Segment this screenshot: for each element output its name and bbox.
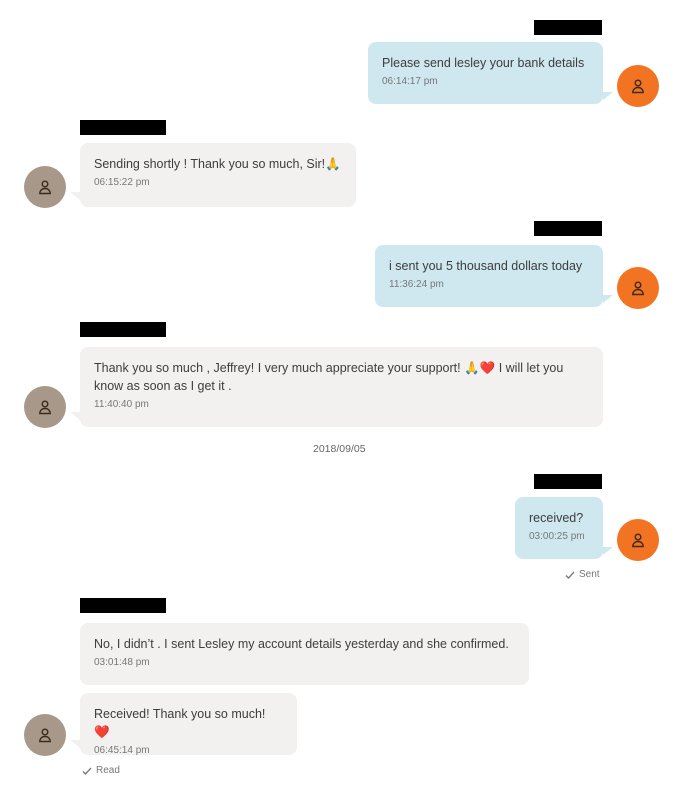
read-status: Read [82,765,120,776]
redacted-name-bar [80,598,166,613]
avatar[interactable] [617,267,659,309]
checkmark-icon [82,767,92,775]
person-icon [632,79,644,94]
redacted-name-bar [80,120,166,135]
message-text: i sent you 5 thousand dollars today [389,259,583,273]
avatar[interactable] [24,386,66,428]
person-icon [632,281,644,296]
person-icon [39,400,51,415]
message-timestamp: 11:40:40 pm [94,399,149,410]
person-icon [632,533,644,548]
avatar[interactable] [617,519,659,561]
pray-emoji: 🙏 [325,157,341,171]
bubble-tail [70,192,80,200]
sent-status: Sent [565,569,600,580]
heart-emoji: ❤️ [94,725,110,739]
redacted-name-bar [534,221,602,236]
message-text: Please send lesley your bank details [382,56,585,70]
bubble-tail [603,92,613,100]
message-bubble-incoming[interactable]: Received! Thank you so much! ❤️ 06:45:14… [80,693,297,756]
message-bubble-incoming[interactable]: Sending shortly ! Thank you so much, Sir… [80,143,356,207]
message-bubble-incoming[interactable]: Thank you so much , Jeffrey! I very much… [80,347,603,427]
message-timestamp: 06:15:22 pm [94,177,150,188]
message-bubble-outgoing[interactable]: i sent you 5 thousand dollars today 11:3… [375,245,603,307]
bubble-tail [70,412,80,420]
avatar[interactable] [617,65,659,107]
redacted-name-bar [534,20,602,35]
pray-heart-emoji: 🙏❤️ [464,361,496,375]
redacted-name-bar [534,474,602,489]
message-text: Received! Thank you so much! ❤️ [94,707,266,739]
message-text: No, I didn’t . I sent Lesley my account … [94,637,509,651]
message-bubble-outgoing[interactable]: Please send lesley your bank details 06:… [368,42,603,104]
checkmark-icon [565,571,575,579]
message-timestamp: 06:45:14 pm [94,745,150,756]
read-label: Read [96,765,120,776]
message-timestamp: 03:00:25 pm [529,531,585,542]
message-text: Sending shortly ! Thank you so much, Sir… [94,157,341,171]
person-icon [39,728,51,743]
bubble-tail [70,740,80,748]
message-timestamp: 06:14:17 pm [382,76,438,87]
message-text: Thank you so much , Jeffrey! I very much… [94,361,564,393]
sent-label: Sent [579,569,600,580]
avatar[interactable] [24,714,66,756]
bubble-tail [603,547,613,555]
message-bubble-outgoing[interactable]: received? 03:00:25 pm [515,497,603,559]
message-text: received? [529,511,584,525]
person-icon [39,180,51,195]
redacted-name-bar [80,322,166,337]
avatar[interactable] [24,166,66,208]
message-bubble-incoming[interactable]: No, I didn’t . I sent Lesley my account … [80,623,529,685]
message-timestamp: 03:01:48 pm [94,657,150,668]
message-timestamp: 11:36:24 pm [389,279,444,290]
date-separator: 2018/09/05 [313,443,366,455]
bubble-tail [603,295,613,303]
